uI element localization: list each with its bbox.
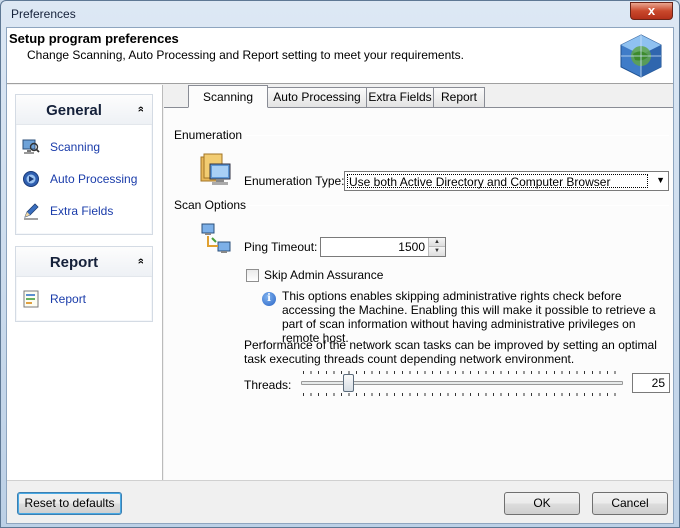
header-title: Setup program preferences <box>9 31 179 46</box>
settings-pane: Scanning Auto Processing Extra Fields Re… <box>164 85 673 480</box>
threads-value-field[interactable]: 25 <box>632 373 670 393</box>
sidebar-item-label: Auto Processing <box>50 172 138 186</box>
close-button[interactable]: x <box>630 2 673 20</box>
group-header-report[interactable]: Report » <box>16 247 152 277</box>
sidebar-item-report[interactable]: Report <box>16 283 152 315</box>
report-icon <box>23 290 39 308</box>
auto-process-icon <box>23 171 39 187</box>
dialog-footer: Reset to defaults OK Cancel <box>7 480 673 523</box>
tab-auto-processing[interactable]: Auto Processing <box>267 87 367 107</box>
sidebar-item-label: Scanning <box>50 140 101 154</box>
ping-timeout-value: 1500 <box>398 240 425 254</box>
scanning-tab-panel: Enumeration Enumeration Type: Use both A… <box>164 107 673 480</box>
header-subtitle: Change Scanning, Auto Processing and Rep… <box>27 48 464 62</box>
preferences-window: Preferences x Setup program preferences … <box>0 0 680 528</box>
network-computers-icon <box>201 223 231 253</box>
sidebar-item-scanning[interactable]: Scanning <box>16 131 152 163</box>
threads-label: Threads: <box>244 378 292 392</box>
sidebar-group-general: General » Scanning Auto Processing Extra… <box>15 94 153 235</box>
computer-scan-icon <box>22 139 40 154</box>
threads-slider[interactable] <box>297 370 627 396</box>
collapse-chevron-icon[interactable]: » <box>135 106 147 112</box>
group-title: Report <box>49 254 99 271</box>
collapse-chevron-icon[interactable]: » <box>135 258 147 264</box>
ping-timeout-stepper[interactable]: 1500 ▲ ▼ <box>320 237 446 257</box>
tab-report[interactable]: Report <box>433 87 485 107</box>
enumeration-type-select[interactable]: Use both Active Directory and Computer B… <box>344 171 669 191</box>
sidebar-item-auto-processing[interactable]: Auto Processing <box>16 163 152 195</box>
skip-admin-info-text: This options enables skipping administra… <box>282 289 656 345</box>
slider-ticks <box>303 393 621 396</box>
cancel-button[interactable]: Cancel <box>592 492 668 515</box>
spin-up-icon[interactable]: ▲ <box>428 238 445 247</box>
section-divider <box>246 135 669 136</box>
sidebar-item-extra-fields[interactable]: Extra Fields <box>16 195 152 227</box>
globe-cube-icon <box>620 34 662 78</box>
info-icon: i <box>262 292 276 306</box>
performance-info-text: Performance of the network scan tasks ca… <box>244 338 657 366</box>
enumeration-type-label: Enumeration Type: <box>244 174 345 188</box>
title-bar: Preferences x <box>1 1 679 27</box>
skip-admin-label[interactable]: Skip Admin Assurance <box>264 268 383 282</box>
window-title: Preferences <box>11 7 76 21</box>
enumeration-type-value: Use both Active Directory and Computer B… <box>347 174 648 189</box>
tab-scanning[interactable]: Scanning <box>188 85 268 108</box>
tab-extra-fields[interactable]: Extra Fields <box>366 87 434 107</box>
skip-admin-checkbox[interactable] <box>246 269 259 282</box>
dropdown-arrow-icon[interactable]: ▼ <box>656 175 665 185</box>
folder-computer-icon <box>200 153 231 185</box>
slider-thumb[interactable] <box>343 374 355 392</box>
sidebar-item-label: Report <box>50 292 87 306</box>
enumeration-section-label: Enumeration <box>174 128 243 142</box>
scan-options-section-label: Scan Options <box>174 198 247 212</box>
dialog-client: Setup program preferences Change Scannin… <box>6 27 674 524</box>
group-title: General <box>46 102 102 119</box>
pencil-icon <box>24 203 39 220</box>
sidebar: General » Scanning Auto Processing Extra… <box>7 85 163 480</box>
reset-defaults-button[interactable]: Reset to defaults <box>17 492 122 515</box>
section-divider <box>249 205 669 206</box>
group-header-general[interactable]: General » <box>16 95 152 125</box>
sidebar-item-label: Extra Fields <box>50 204 114 218</box>
ok-button[interactable]: OK <box>504 492 580 515</box>
sidebar-group-report: Report » Report <box>15 246 153 322</box>
ping-timeout-label: Ping Timeout: <box>244 240 318 254</box>
dialog-header: Setup program preferences Change Scannin… <box>7 28 673 84</box>
spin-down-icon[interactable]: ▼ <box>428 247 445 256</box>
